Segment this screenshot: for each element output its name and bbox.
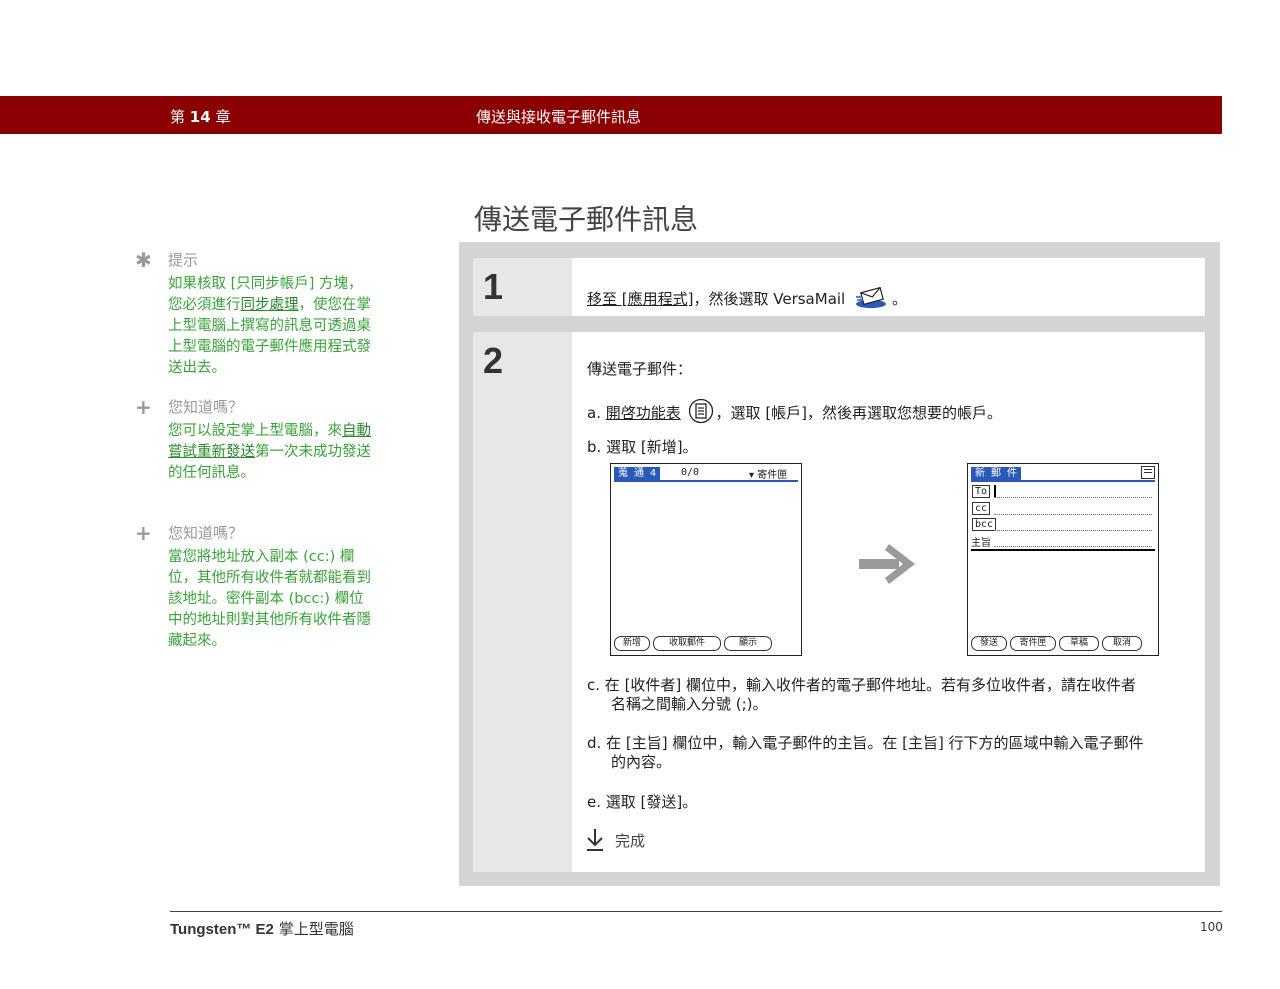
- draft-button[interactable]: 草稿: [1059, 636, 1099, 651]
- subject-field-label: 主旨: [971, 538, 991, 549]
- send-button[interactable]: 發送: [971, 636, 1007, 651]
- outbox-button[interactable]: 寄件匣: [1010, 636, 1056, 651]
- folder-selector[interactable]: ▾ 寄件匣: [749, 466, 787, 481]
- versamail-icon: [854, 285, 888, 314]
- step-2-intro: 傳送電子郵件：: [587, 360, 693, 378]
- asterisk-icon: ✱: [135, 248, 152, 272]
- bcc-field-input[interactable]: [994, 530, 1152, 531]
- did-you-know-text: 您可以設定掌上型電腦，來自動嘗試重新發送第一次未成功發送的任何訊息。: [168, 423, 371, 481]
- page-number: 100: [1200, 920, 1223, 934]
- sync-link[interactable]: 同步處理: [241, 297, 299, 313]
- substep-d: d. 在 [主旨] 欄位中，輸入電子郵件的主旨。在 [主旨] 行下方的區域中輸入…: [587, 734, 1144, 752]
- plus-icon: +: [135, 395, 152, 419]
- step-1-box: 1 移至 [應用程式]，然後選取 VersaMail 。: [473, 258, 1205, 316]
- to-field-input[interactable]: [994, 497, 1152, 498]
- cancel-button[interactable]: 取消: [1102, 636, 1142, 651]
- substep-c: c. 在 [收件者] 欄位中，輸入收件者的電子郵件地址。若有多位收件者，請在收件…: [587, 676, 1137, 694]
- step-number-column: [473, 332, 572, 872]
- substep-e: e. 選取 [發送]。: [587, 793, 698, 811]
- applications-link[interactable]: 移至 [應用程式]: [587, 290, 693, 308]
- did-you-know-label: 您知道嗎？: [168, 398, 244, 416]
- steps-panel: 1 移至 [應用程式]，然後選取 VersaMail 。 2 傳送電子郵件： a…: [459, 242, 1220, 886]
- step-number: 2: [483, 340, 504, 381]
- text-cursor: [994, 485, 996, 497]
- right-arrow-icon: [859, 542, 917, 590]
- footer-divider: [170, 911, 1222, 912]
- get-mail-button[interactable]: 收取郵件: [653, 636, 721, 651]
- open-menu-link[interactable]: 開啓功能表: [606, 404, 681, 422]
- substep-d-cont: 的內容。: [611, 753, 672, 771]
- substep-c-cont: 名稱之間輸入分號 (;)。: [611, 695, 768, 713]
- sidebar-tip: ✱ 提示 如果核取 [只同步帳戶] 方塊，您必須進行同步處理，使您在掌上型電腦上…: [135, 250, 375, 380]
- did-you-know-text: 當您將地址放入副本 (cc:) 欄位，其他所有收件者就都能看到該地址。密件副本 …: [168, 549, 371, 649]
- step-2-box: 2 傳送電子郵件： a. 開啓功能表 ，選取 [帳戶]，然後再選取您想要的帳戶。…: [473, 332, 1205, 872]
- sidebar-did-you-know-1: + 您知道嗎？ 您可以設定掌上型電腦，來自動嘗試重新發送第一次未成功發送的任何訊…: [135, 397, 375, 507]
- to-field-label[interactable]: To: [972, 485, 991, 498]
- cc-field-label[interactable]: cc: [972, 502, 991, 515]
- bcc-field-label[interactable]: bcc: [972, 518, 997, 531]
- inbox-screen: 蒐 通 4 0/0 ▾ 寄件匣 新增 收取郵件 顯示: [610, 463, 802, 656]
- message-count: 0/0: [681, 467, 700, 478]
- sidebar-did-you-know-2: + 您知道嗎？ 當您將地址放入副本 (cc:) 欄位，其他所有收件者就都能看到該…: [135, 523, 375, 653]
- done-label: 完成: [615, 832, 646, 850]
- substep-b: b. 選取 [新增]。: [587, 438, 698, 456]
- show-button[interactable]: 顯示: [724, 636, 772, 651]
- new-button[interactable]: 新增: [614, 636, 650, 651]
- chapter-label: 第 14 章: [170, 108, 231, 126]
- done-arrow-icon: [585, 828, 605, 856]
- body-separator: [971, 549, 1155, 551]
- new-message-tab: 新 郵 件: [971, 467, 1022, 480]
- tip-text: 如果核取 [只同步帳戶] 方塊，您必須進行同步處理，使您在掌上型電腦上撰寫的訊息…: [168, 276, 371, 376]
- substep-a: a. 開啓功能表 ，選取 [帳戶]，然後再選取您想要的帳戶。: [587, 398, 1002, 429]
- chapter-title: 傳送與接收電子郵件訊息: [476, 108, 642, 126]
- plus-icon: +: [135, 521, 152, 545]
- menu-box-icon[interactable]: [1141, 466, 1155, 479]
- page-title: 傳送電子郵件訊息: [474, 203, 699, 236]
- step-number: 1: [483, 266, 504, 307]
- did-you-know-label: 您知道嗎？: [168, 524, 244, 542]
- menu-icon: [688, 398, 714, 429]
- title-underline: [614, 480, 798, 482]
- account-tab: 蒐 通 4: [614, 467, 661, 480]
- cc-field-input[interactable]: [994, 514, 1152, 515]
- new-message-screen: 新 郵 件 To cc bcc 主旨 發送 寄件匣 草稿 取消: [967, 463, 1159, 656]
- subject-field-input[interactable]: [994, 546, 1152, 547]
- title-underline: [971, 480, 1155, 482]
- tip-label: 提示: [168, 251, 199, 269]
- step-1-text: 移至 [應用程式]，然後選取 VersaMail 。: [587, 285, 907, 314]
- footer-product: Tungsten™ E2 掌上型電腦: [170, 920, 354, 938]
- chapter-header-bar: 第 14 章 傳送與接收電子郵件訊息: [0, 96, 1222, 134]
